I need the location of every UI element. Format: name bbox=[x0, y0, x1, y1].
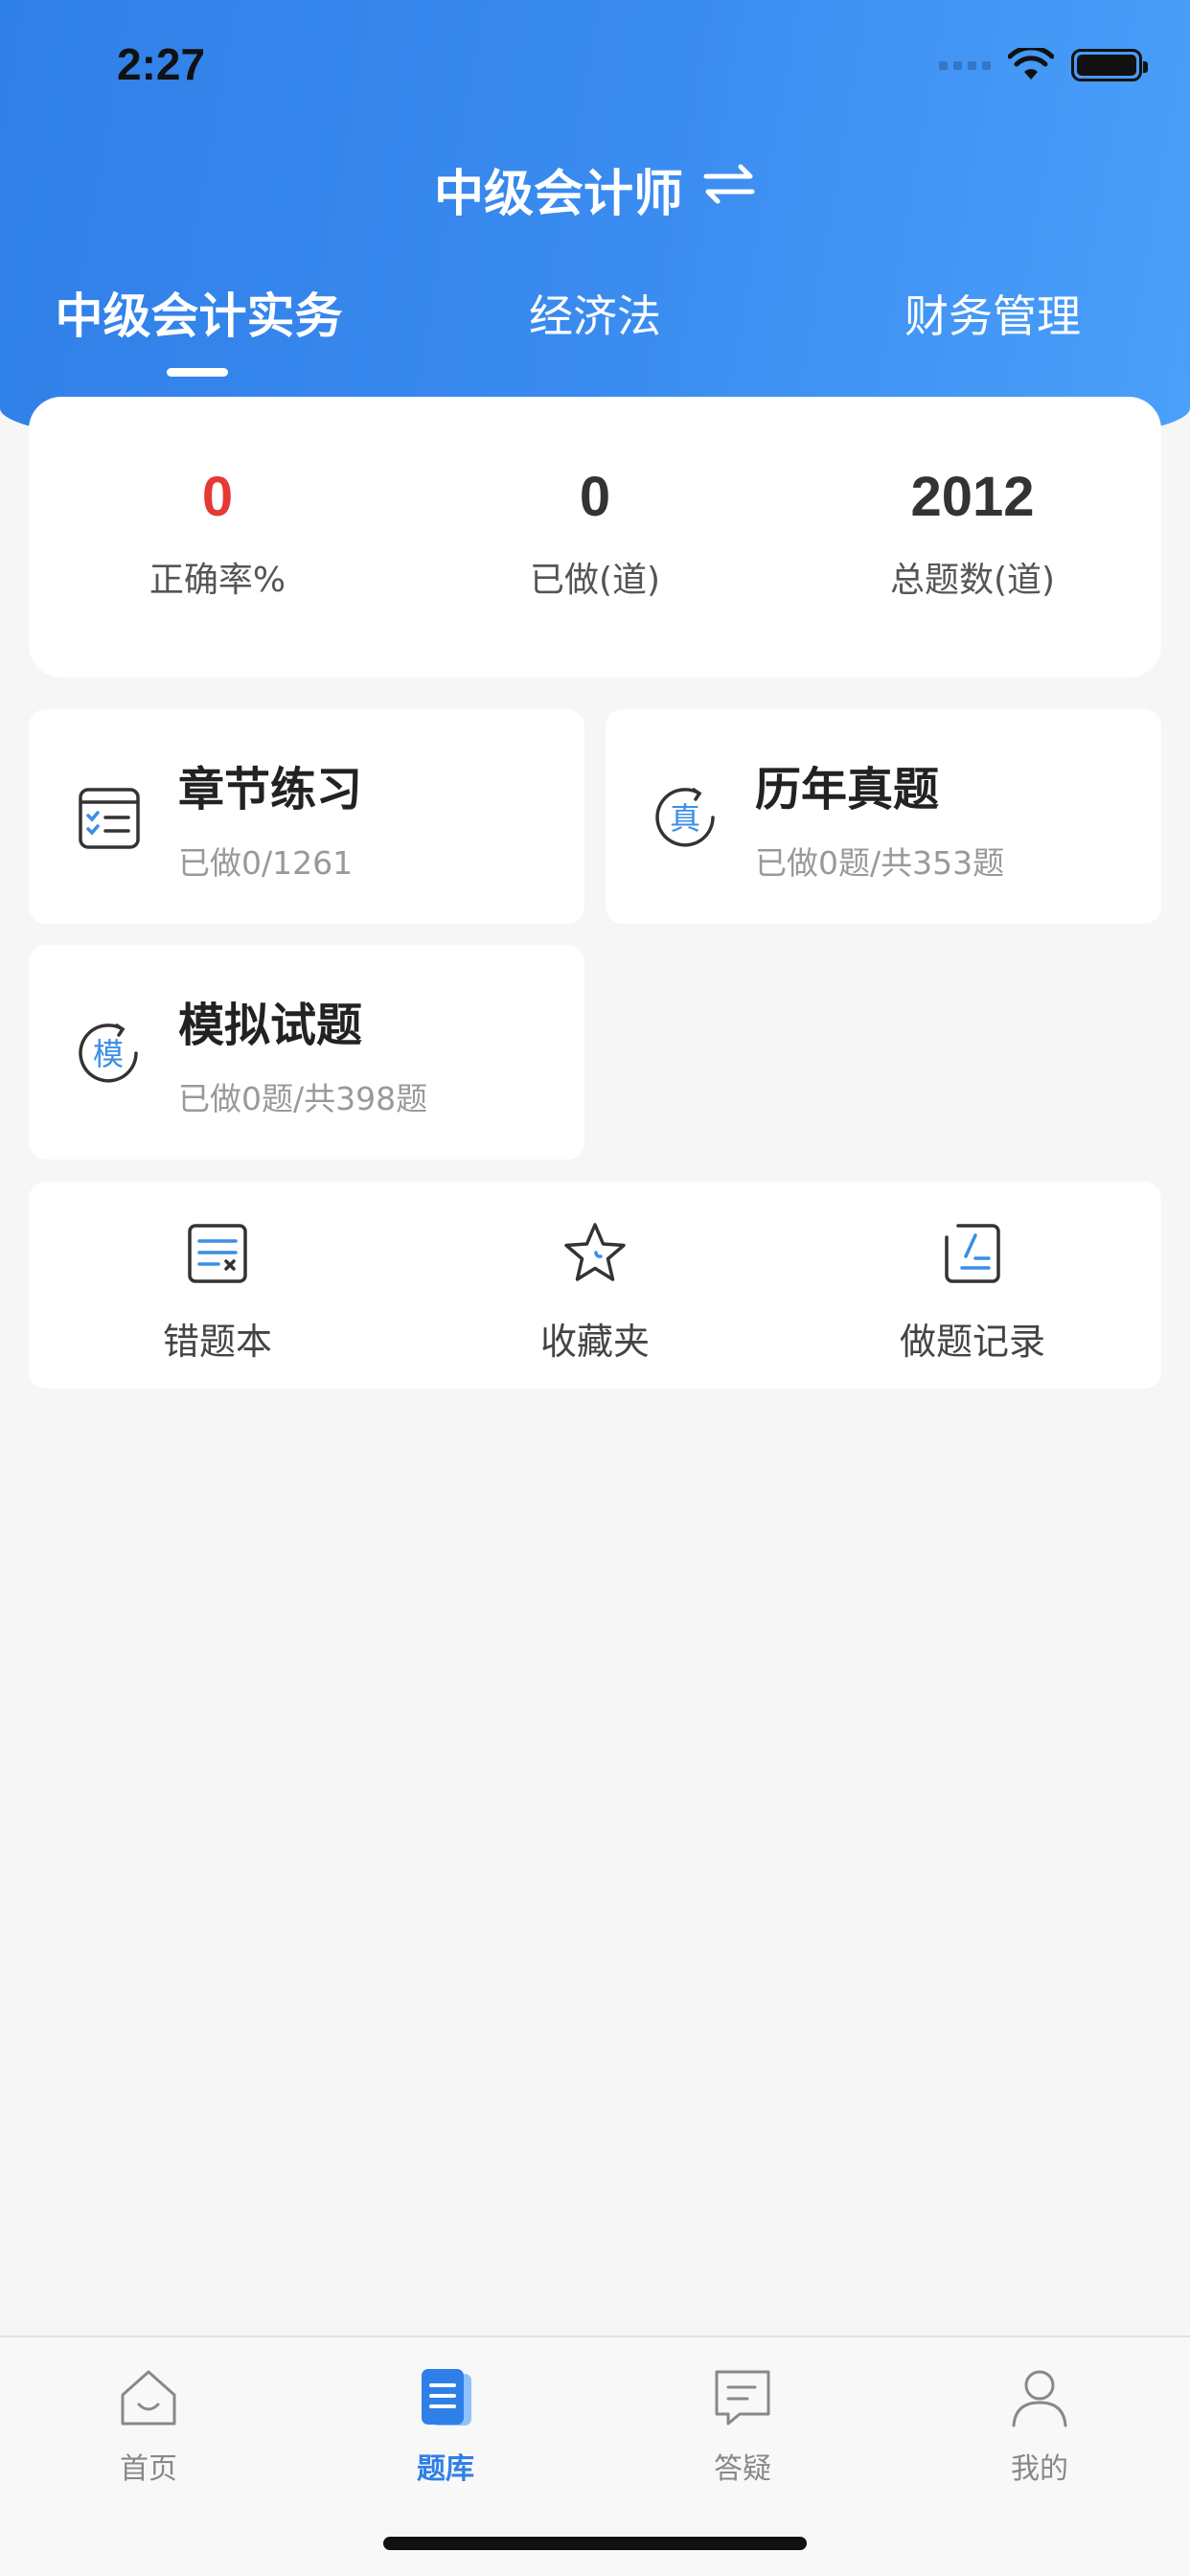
tool-label: 错题本 bbox=[162, 1321, 272, 1363]
status-time: 2:27 bbox=[117, 39, 206, 89]
zhen-icon: 真 bbox=[644, 776, 726, 859]
tool-label: 做题记录 bbox=[899, 1321, 1045, 1363]
status-icons bbox=[939, 46, 1148, 84]
stat-value: 0 bbox=[579, 466, 611, 528]
mo-icon: 模 bbox=[67, 1012, 149, 1094]
tool-favorites[interactable]: 收藏夹 bbox=[406, 1218, 784, 1365]
module-mock-exams[interactable]: 模 模拟试题 已做0题/共398题 bbox=[29, 945, 584, 1160]
tab-financial-management[interactable]: 财务管理 bbox=[843, 282, 1142, 345]
stat-value: 2012 bbox=[910, 466, 1035, 528]
home-indicator bbox=[383, 2537, 807, 2550]
tool-label: 收藏夹 bbox=[539, 1321, 650, 1363]
stat-label: 正确率% bbox=[149, 561, 286, 600]
home-icon bbox=[121, 2370, 176, 2426]
stat-label: 总题数(道) bbox=[889, 561, 1056, 600]
battery-icon bbox=[1071, 49, 1148, 81]
nav-label: 首页 bbox=[120, 2452, 177, 2486]
nav-label: 题库 bbox=[417, 2452, 474, 2486]
tool-wrong-notebook[interactable]: 错题本 bbox=[29, 1218, 406, 1365]
stats-card: 0 正确率% 0 已做(道) 2012 总题数(道) bbox=[29, 397, 1161, 678]
wrong-notebook-icon bbox=[188, 1224, 247, 1283]
wifi-icon bbox=[1008, 48, 1054, 82]
exam-switcher[interactable]: 中级会计师 bbox=[0, 153, 1190, 225]
cellular-signal-icon bbox=[939, 60, 991, 70]
nav-label: 答疑 bbox=[714, 2452, 771, 2486]
switch-arrows-icon[interactable] bbox=[702, 161, 756, 218]
question-bank-icon bbox=[422, 2369, 471, 2426]
tools-card: 错题本 收藏夹 做题记录 bbox=[29, 1182, 1161, 1389]
chat-icon bbox=[715, 2370, 770, 2426]
nav-home[interactable]: 首页 bbox=[0, 2364, 297, 2487]
user-icon bbox=[1012, 2370, 1067, 2427]
page-title: 中级会计师 bbox=[433, 166, 683, 223]
nav-mine[interactable]: 我的 bbox=[891, 2364, 1188, 2487]
tab-accounting-practice[interactable]: 中级会计实务 bbox=[29, 278, 369, 347]
module-past-exams[interactable]: 真 历年真题 已做0题/共353题 bbox=[606, 709, 1161, 924]
module-title: 章节练习 bbox=[178, 763, 363, 816]
stat-done: 0 已做(道) bbox=[406, 464, 784, 602]
nav-label: 我的 bbox=[1011, 2452, 1068, 2486]
tab-economic-law[interactable]: 经济法 bbox=[446, 282, 744, 345]
mo-glyph: 模 bbox=[93, 1036, 124, 1072]
checklist-icon bbox=[67, 776, 149, 859]
zhen-glyph: 真 bbox=[670, 800, 700, 837]
tool-records[interactable]: 做题记录 bbox=[784, 1218, 1161, 1365]
nav-qa[interactable]: 答疑 bbox=[594, 2364, 891, 2487]
stat-value: 0 bbox=[201, 466, 234, 528]
record-icon bbox=[945, 1224, 1000, 1283]
module-chapter-practice[interactable]: 章节练习 已做0/1261 bbox=[29, 709, 584, 924]
active-tab-indicator bbox=[167, 368, 228, 377]
stat-accuracy: 0 正确率% bbox=[29, 464, 406, 602]
nav-question-bank[interactable]: 题库 bbox=[297, 2364, 594, 2487]
stat-total: 2012 总题数(道) bbox=[784, 464, 1161, 602]
module-progress: 已做0题/共398题 bbox=[178, 1080, 428, 1117]
stat-label: 已做(道) bbox=[529, 561, 661, 600]
module-progress: 已做0/1261 bbox=[178, 844, 354, 882]
module-title: 模拟试题 bbox=[178, 999, 363, 1052]
star-icon bbox=[564, 1223, 626, 1281]
module-progress: 已做0题/共353题 bbox=[755, 844, 1005, 882]
module-title: 历年真题 bbox=[755, 763, 940, 816]
